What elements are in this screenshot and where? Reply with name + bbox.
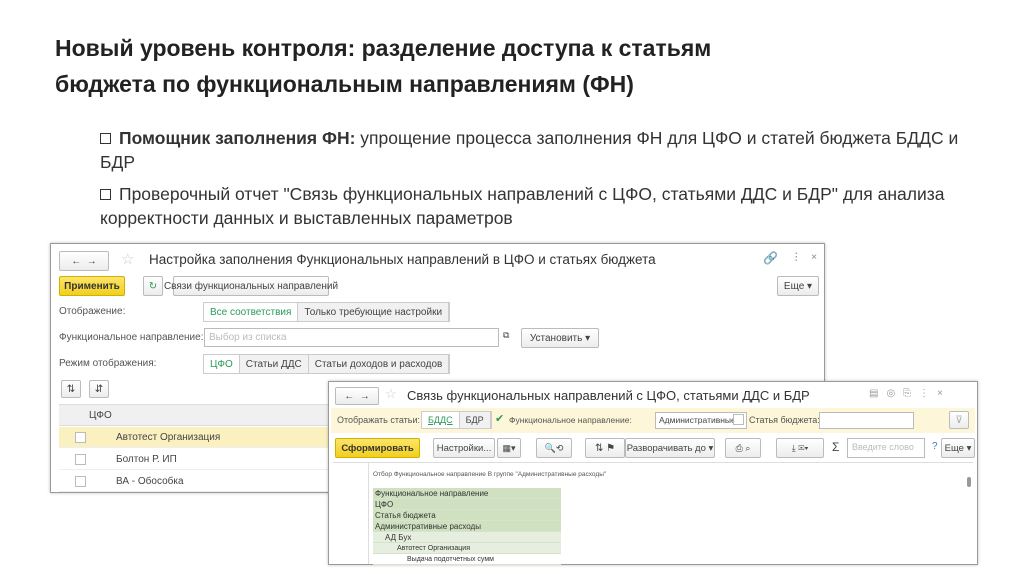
report-header: Статья бюджета (373, 510, 561, 521)
nav-back-forward[interactable]: ← → (59, 251, 109, 271)
report-window: ← → ☆ Связь функциональных направлений с… (328, 381, 978, 565)
help-button[interactable]: ? (932, 441, 938, 452)
open-icon[interactable]: ⧉ (503, 330, 509, 341)
search-input[interactable]: Введите слово (847, 438, 925, 458)
expand-button[interactable]: Разворачивать до ▾ (625, 438, 715, 458)
show-label: Отображать статьи: (337, 415, 420, 425)
article-label: Статья бюджета: (749, 415, 820, 425)
article-input[interactable] (819, 412, 914, 429)
refresh-icon[interactable]: ↻ (143, 276, 163, 296)
display-all[interactable]: Все соответствия (204, 303, 299, 321)
fn-label: Функциональное направление: (509, 415, 632, 425)
group-icons[interactable]: ⇅ ⚑ (585, 438, 625, 458)
report-filter: Отбор Функциональное направление В групп… (373, 471, 607, 478)
search-icon[interactable]: 🔍⟲ (536, 438, 572, 458)
more-button[interactable]: Еще ▾ (777, 276, 819, 296)
print-icon[interactable]: ⎙ ⌕ (725, 438, 761, 458)
column-cfo: ЦФО (89, 410, 112, 421)
generate-button[interactable]: Сформировать (335, 438, 420, 458)
save-icon[interactable]: ⤓ ✉▾ (776, 438, 824, 458)
mode-label: Режим отображения: (59, 358, 157, 369)
star-icon[interactable]: ☆ (121, 250, 134, 268)
sum-icon[interactable]: Σ (832, 440, 839, 454)
set-button[interactable]: Установить ▾ (521, 328, 599, 348)
close-icon[interactable]: × (811, 251, 817, 263)
sort-asc-icon[interactable]: ⇅ (61, 380, 81, 398)
scrollbar[interactable] (967, 477, 971, 487)
sort-desc-icon[interactable]: ⇵ (89, 380, 109, 398)
bullet-1: Помощник заполнения ФН: упрощение процес… (100, 128, 959, 172)
display-needs-setup[interactable]: Только требующие настройки (298, 303, 450, 321)
report-group[interactable]: Автотест Организация (373, 543, 561, 554)
report-group[interactable]: АД Бух (373, 532, 561, 543)
article-checkbox[interactable] (733, 414, 744, 425)
nav-back-forward[interactable]: ← → (335, 387, 379, 405)
star-icon[interactable]: ☆ (385, 386, 397, 402)
bullet-2: Проверочный отчет "Связь функциональных … (100, 184, 945, 228)
links-button[interactable]: Связи функциональных направлений (164, 276, 338, 296)
window-tool-icons[interactable]: ▤◎⎘⋮× (869, 388, 951, 399)
window-title: Настройка заполнения Функциональных напр… (149, 252, 656, 267)
variant-icon[interactable]: ▦▾ (497, 438, 521, 458)
apply-button[interactable]: Применить (59, 276, 125, 296)
more-button[interactable]: Еще ▾ (941, 438, 975, 458)
slide-title: Новый уровень контроля: разделение досту… (55, 35, 712, 97)
settings-button[interactable]: Настройки... (433, 438, 495, 458)
fn-input[interactable]: Выбор из списка (204, 328, 499, 347)
show-bdds[interactable]: БДДС (422, 412, 460, 428)
report-group[interactable]: Административные расходы (373, 521, 561, 532)
link-icon[interactable]: 🔗 (763, 251, 778, 265)
report-row[interactable]: Выдача подотчетных сумм (373, 554, 561, 565)
report-area[interactable]: Отбор Функциональное направление В групп… (333, 462, 973, 565)
fn-label: Функциональное направление: (59, 332, 204, 343)
window-title: Связь функциональных направлений с ЦФО, … (407, 388, 810, 403)
show-bdr[interactable]: БДР (459, 412, 491, 428)
display-label: Отображение: (59, 306, 126, 317)
report-header: ЦФО (373, 499, 561, 510)
report-header: Функциональное направление (373, 488, 561, 499)
fn-checkbox[interactable]: ✔ (495, 412, 504, 425)
filter-icon[interactable]: ⊽ (949, 411, 969, 429)
mode-dds[interactable]: Статьи ДДС (239, 355, 309, 373)
menu-icon[interactable]: ⋮ (791, 251, 802, 263)
mode-cfo[interactable]: ЦФО (204, 355, 240, 373)
mode-income[interactable]: Статьи доходов и расходов (308, 355, 450, 373)
